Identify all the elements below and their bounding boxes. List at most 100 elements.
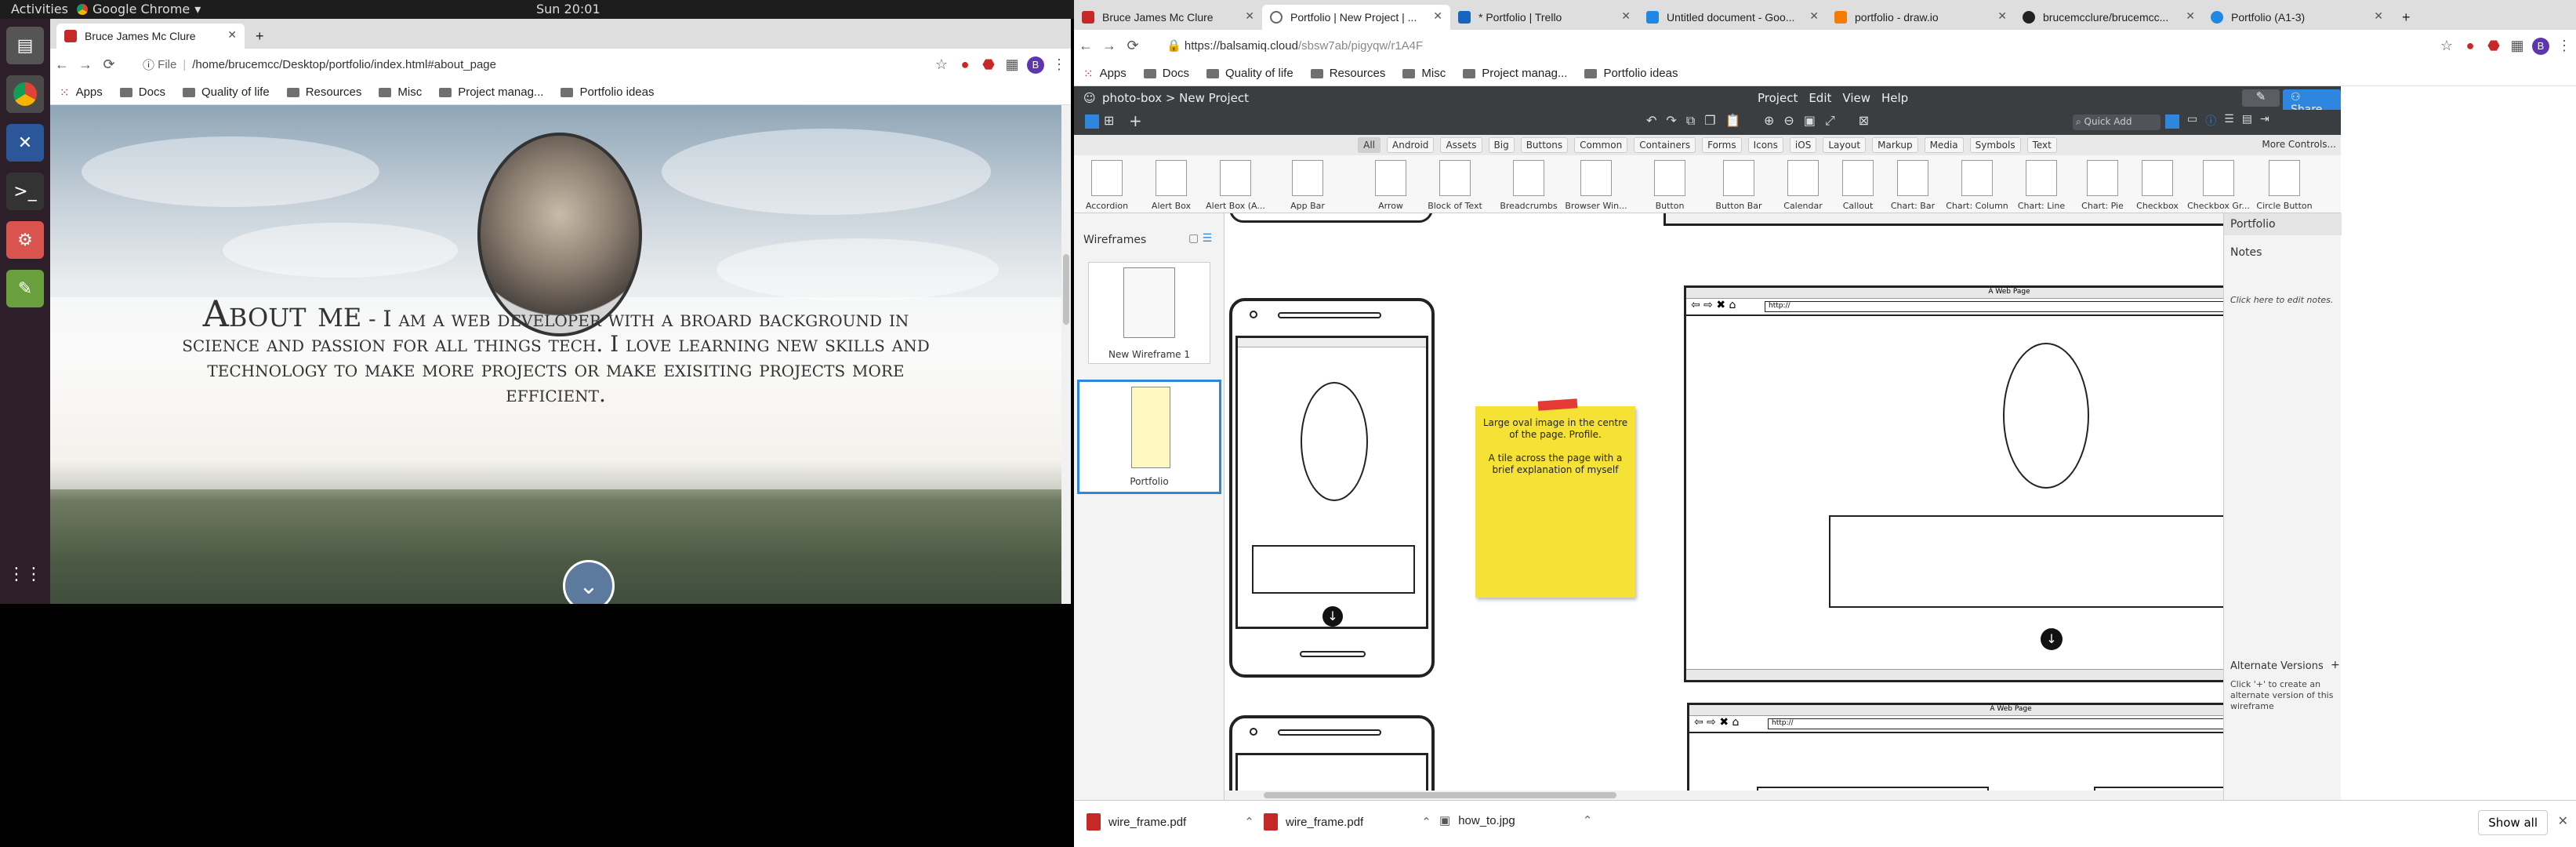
app-menu[interactable]: Google Chrome ▾ <box>77 2 201 16</box>
close-icon[interactable]: ✕ <box>1433 9 1442 23</box>
tab-github[interactable]: brucemcclure/brucemcc... ✕ <box>2015 5 2203 30</box>
filter-all[interactable]: All <box>1358 137 1381 153</box>
close-icon[interactable]: ✕ <box>1809 9 1819 23</box>
close-icon[interactable]: ✕ <box>227 28 237 42</box>
menu-icon[interactable]: ⋮ <box>2552 38 2576 54</box>
library-item-icon[interactable] <box>1787 160 1819 196</box>
paste-icon[interactable]: 📋 <box>1725 113 1741 129</box>
chevron-up-icon[interactable]: ⌃ <box>1583 813 1593 827</box>
library-item-icon[interactable] <box>1842 160 1874 196</box>
properties-icon[interactable]: ▤ <box>2242 113 2252 129</box>
filter-forms[interactable]: Forms <box>1702 137 1742 153</box>
star-icon[interactable]: ☆ <box>930 56 953 73</box>
bookmark-apps[interactable]: ⁙ Apps <box>60 85 103 100</box>
canvas-hscrollbar[interactable] <box>1225 791 2223 800</box>
clock[interactable]: Sun 20:01 <box>536 2 600 16</box>
bookmark-project-manag[interactable]: Project manag... <box>1463 67 1567 80</box>
vscode-icon[interactable]: ✕ <box>6 124 44 162</box>
show-all-button[interactable]: Show all <box>2478 810 2548 835</box>
bookmark-misc[interactable]: Misc <box>1402 67 1446 80</box>
back-icon[interactable]: ← <box>1074 38 1098 54</box>
menu-help[interactable]: Help <box>1881 91 1908 105</box>
extension-icon-2[interactable]: ▦ <box>1000 56 1024 73</box>
library-item-icon[interactable] <box>1654 160 1685 196</box>
filter-layout[interactable]: Layout <box>1823 137 1867 153</box>
filter-media[interactable]: Media <box>1924 137 1964 153</box>
library-item-icon[interactable] <box>1156 160 1187 196</box>
comment-icon[interactable]: ▭ <box>2187 113 2197 129</box>
zoom-out-icon[interactable]: ⊖ <box>1783 113 1794 129</box>
bookmark-project-manag[interactable]: Project manag... <box>439 85 543 99</box>
mobile-wireframe[interactable]: ↓ <box>1229 298 1435 678</box>
fullscreen-exit-icon[interactable]: ⊠ <box>1859 113 1869 129</box>
download-item[interactable]: ▣ how_to.jpg ⌃ <box>1439 813 1593 828</box>
vertical-scrollbar[interactable] <box>1061 105 1071 604</box>
profile-avatar[interactable]: B <box>1024 56 1047 74</box>
filter-assets[interactable]: Assets <box>1440 137 1482 153</box>
reload-icon[interactable]: ⟳ <box>97 56 121 73</box>
balsamiq-logo-icon[interactable]: ☺ <box>1083 91 1096 105</box>
more-controls-link[interactable]: More Controls... <box>2262 139 2336 150</box>
bookmark-docs[interactable]: Docs <box>119 85 165 99</box>
extension-icon-2[interactable]: ▦ <box>2505 38 2529 54</box>
reload-icon[interactable]: ⟳ <box>1121 38 1145 54</box>
undo-icon[interactable]: ↶ <box>1646 113 1656 129</box>
sticky-note[interactable]: Large oval image in the centre of the pa… <box>1475 406 1635 598</box>
collapse-icon[interactable]: ⇥ <box>2260 113 2269 129</box>
filter-big[interactable]: Big <box>1488 137 1515 153</box>
redo-icon[interactable]: ↷ <box>1666 113 1676 129</box>
library-item-icon[interactable] <box>1091 160 1123 196</box>
chrome-icon[interactable] <box>6 75 44 113</box>
filter-symbols[interactable]: Symbols <box>1969 137 2021 153</box>
breadcrumb[interactable]: photo-box > New Project <box>1102 91 1249 105</box>
bookmark-apps[interactable]: ⁙ Apps <box>1083 67 1127 81</box>
bookmark-portfolio-ideas[interactable]: Portfolio ideas <box>561 85 655 99</box>
forward-icon[interactable]: → <box>1098 38 1121 54</box>
wireframe-thumb-1[interactable]: New Wireframe 1 <box>1088 262 1210 364</box>
show-applications-icon[interactable]: ⋮⋮ <box>6 555 44 593</box>
chevron-up-icon[interactable]: ⌃ <box>1421 815 1431 829</box>
library-item-icon[interactable] <box>2142 160 2173 196</box>
filter-ios[interactable]: iOS <box>1789 137 1817 153</box>
library-item-icon[interactable] <box>1375 160 1406 196</box>
duplicate-icon[interactable]: ❐ <box>1704 113 1715 129</box>
library-item-icon[interactable] <box>2203 160 2234 196</box>
web-page-wireframe-2[interactable]: A Web Page ⇦ ⇨ ✖ ⌂ http:// <box>1687 703 2223 800</box>
edit-mode-icon[interactable]: ✎ <box>2242 89 2280 107</box>
extension-icon[interactable]: ● <box>953 56 977 73</box>
url-field[interactable]: 🔒 https://balsamiq.cloud/sbsw7ab/pigyqw/… <box>1156 35 2435 56</box>
tab-portfolio[interactable]: Bruce James Mc Clure ✕ <box>56 24 245 49</box>
copy-icon[interactable]: ⧉ <box>1686 113 1695 129</box>
tab-google-docs[interactable]: Untitled document - Goo... ✕ <box>1638 5 1827 30</box>
library-item-icon[interactable] <box>1723 160 1754 196</box>
fit-icon[interactable]: ⤢ <box>1825 113 1835 129</box>
bookmark-resources[interactable]: Resources <box>286 85 361 99</box>
files-icon[interactable]: ▤ <box>6 27 44 64</box>
wireframe-canvas[interactable]: ↓ Large oval image in the centre of the … <box>1225 213 2223 800</box>
library-item-icon[interactable] <box>2087 160 2118 196</box>
notes-field[interactable]: Click here to edit notes. <box>2230 295 2333 305</box>
extension-icon[interactable]: ● <box>2458 38 2482 54</box>
library-item-icon[interactable] <box>2269 160 2300 196</box>
close-icon[interactable]: ✕ <box>1621 9 1631 23</box>
bookmark-docs[interactable]: Docs <box>1143 67 1189 80</box>
grid-icon[interactable]: ▢ ☰ <box>1188 232 1212 245</box>
zoom-in-icon[interactable]: ⊕ <box>1764 113 1774 129</box>
text-editor-icon[interactable]: ✎ <box>6 270 44 307</box>
tab-bruce[interactable]: Bruce James Mc Clure ✕ <box>1074 5 1262 30</box>
tab-balsamiq[interactable]: Portfolio | New Project | ... ✕ <box>1262 5 1450 30</box>
add-version-icon[interactable]: + <box>2331 659 2340 671</box>
library-item-icon[interactable] <box>1580 160 1612 196</box>
filter-buttons[interactable]: Buttons <box>1520 137 1569 153</box>
web-page-wireframe[interactable]: A Web Page ⇦ ⇨ ✖ ⌂ http:// ↓ <box>1684 285 2223 682</box>
terminal-icon[interactable]: >_ <box>6 173 44 210</box>
download-item[interactable]: wire_frame.pdf ⌃ <box>1087 813 1254 831</box>
new-tab-button[interactable]: + <box>249 24 273 49</box>
new-tab-button[interactable]: + <box>2396 5 2419 30</box>
close-icon[interactable]: ✕ <box>1997 9 2007 23</box>
menu-edit[interactable]: Edit <box>1809 91 1831 105</box>
library-item-icon[interactable] <box>1513 160 1544 196</box>
menu-icon[interactable]: ⋮ <box>1047 56 1071 73</box>
single-view-icon[interactable] <box>1085 115 1099 129</box>
profile-avatar[interactable]: B <box>2529 37 2552 55</box>
